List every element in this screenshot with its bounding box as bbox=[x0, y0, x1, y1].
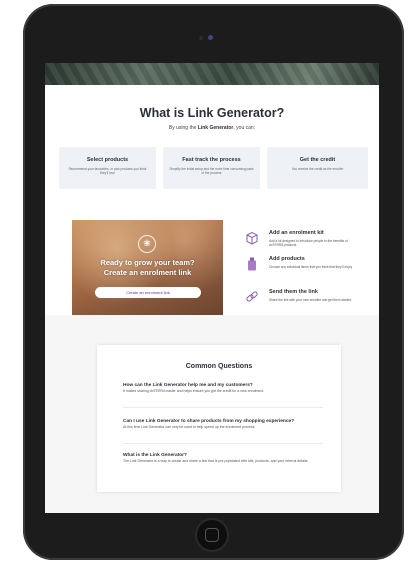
feature-title: Fast track the process bbox=[182, 157, 241, 163]
faq-answer: It makes sharing doTERRA easier and help… bbox=[123, 389, 265, 393]
page-title: What is Link Generator? bbox=[139, 106, 285, 120]
feature-desc: You receive the credit as the enroller bbox=[291, 167, 344, 171]
hero-banner-strip bbox=[45, 63, 379, 85]
sensor-dot bbox=[199, 36, 203, 40]
subtitle-suffix: , you can: bbox=[233, 125, 256, 131]
step-title: Send them the link bbox=[269, 289, 318, 295]
faq-item[interactable]: How can the Link Generator help me and m… bbox=[123, 383, 328, 394]
feature-desc: Recommend your favourites, or pick produ… bbox=[68, 167, 147, 176]
step-desc: Add a kit designed to introduce people t… bbox=[269, 239, 348, 248]
feature-card-fast-track: Fast track the process Simplify the init… bbox=[163, 147, 260, 189]
feature-desc: Simplify the initial setup and the more … bbox=[169, 167, 254, 176]
faq-item[interactable]: What is the Link Generator? The Link Gen… bbox=[123, 453, 328, 464]
box-icon bbox=[246, 231, 258, 245]
feature-title: Get the credit bbox=[299, 157, 336, 163]
brand-logo-icon: ❀ bbox=[138, 235, 156, 253]
link-icon bbox=[246, 291, 258, 302]
feature-card-select-products: Select products Recommend your favourite… bbox=[59, 147, 156, 189]
faq-answer: The Link Generator is a way to create an… bbox=[123, 459, 309, 463]
faq-question: What is the Link Generator? bbox=[123, 453, 187, 458]
faq-item[interactable]: Can I use Link Generator to share produc… bbox=[123, 419, 328, 430]
subtitle-prefix: By using the bbox=[168, 125, 198, 131]
home-button[interactable] bbox=[197, 520, 227, 550]
promo-heading-line2: Create an enrolment link bbox=[103, 268, 192, 277]
create-enrolment-link-button[interactable]: Create an enrolment link bbox=[95, 287, 201, 298]
faq-answer: At this time Link Generator can only be … bbox=[123, 425, 256, 429]
step-desc: Choose any individual items that you thi… bbox=[269, 265, 353, 269]
screen: What is Link Generator? By using the Lin… bbox=[45, 63, 379, 513]
faq-divider bbox=[123, 407, 323, 408]
step-title: Add an enrolment kit bbox=[269, 230, 324, 236]
bottle-icon bbox=[248, 257, 256, 271]
home-icon bbox=[205, 528, 219, 542]
step-title: Add products bbox=[269, 256, 305, 262]
step-desc: Share the link with your new enrollee an… bbox=[269, 298, 352, 302]
feature-title: Select products bbox=[86, 157, 129, 163]
page-subtitle: By using the Link Generator, you can: bbox=[45, 125, 379, 131]
faq-card: Common Questions How can the Link Genera… bbox=[97, 345, 341, 492]
promo-banner: ❀ Ready to grow your team? Create an enr… bbox=[72, 220, 223, 315]
camera-dot bbox=[208, 35, 213, 40]
faq-title: Common Questions bbox=[185, 363, 253, 370]
feature-card-get-credit: Get the credit You receive the credit as… bbox=[267, 147, 368, 189]
promo-heading-line1: Ready to grow your team? bbox=[100, 258, 195, 267]
subtitle-bold: Link Generator bbox=[197, 125, 234, 131]
faq-question: How can the Link Generator help me and m… bbox=[123, 383, 253, 388]
faq-question: Can I use Link Generator to share produc… bbox=[123, 419, 295, 424]
faq-divider bbox=[123, 443, 323, 444]
